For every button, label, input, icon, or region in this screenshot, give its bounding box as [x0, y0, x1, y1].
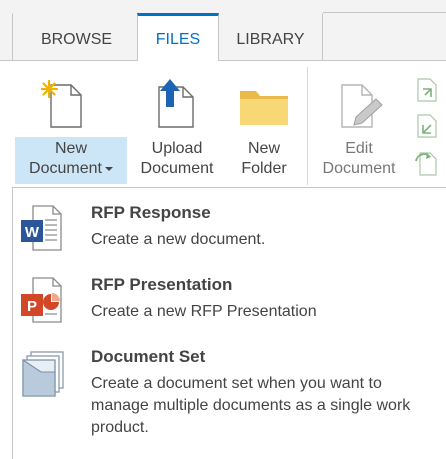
new-document-label-line1: New	[54, 140, 87, 157]
menu-item-rfp-presentation[interactable]: P RFP Presentation Create a new RFP Pres…	[13, 274, 445, 334]
menu-item-rfp-response[interactable]: W RFP Response Create a new document.	[13, 202, 445, 262]
new-folder-button[interactable]: New Folder	[232, 61, 296, 189]
check-in-icon[interactable]	[414, 113, 440, 144]
svg-text:W: W	[25, 224, 40, 241]
tab-browse[interactable]: BROWSE	[12, 13, 140, 61]
tab-library[interactable]: LIBRARY	[219, 13, 323, 61]
check-out-icon[interactable]	[414, 77, 440, 108]
discard-check-out-icon[interactable]	[414, 149, 440, 182]
upload-document-label-line2: Document	[140, 160, 214, 177]
new-document-button[interactable]: New Document	[15, 61, 127, 189]
new-folder-label-line1: New	[247, 140, 280, 157]
tab-strip-line	[323, 12, 446, 13]
folder-icon	[238, 85, 290, 132]
upload-document-label-line1: Upload	[151, 140, 203, 157]
document-set-icon	[19, 350, 67, 403]
chevron-down-icon	[104, 166, 113, 171]
tab-files[interactable]: FILES	[137, 13, 219, 63]
edit-document-icon	[336, 77, 384, 134]
menu-item-description: Create a new document.	[91, 231, 266, 248]
menu-item-document-set[interactable]: Document Set Create a document set when …	[13, 346, 445, 454]
edit-document-label-line2: Document	[322, 160, 396, 177]
menu-item-title: RFP Presentation	[91, 275, 233, 294]
new-folder-label-line2: Folder	[241, 160, 287, 177]
word-document-icon: W	[19, 204, 63, 257]
ribbon-tab-strip: BROWSE FILES LIBRARY	[0, 0, 446, 63]
upload-document-icon	[153, 77, 199, 134]
new-document-dropdown: W RFP Response Create a new document. P …	[12, 187, 446, 459]
menu-item-description: Create a new RFP Presentation	[91, 303, 317, 320]
powerpoint-document-icon: P	[19, 276, 63, 329]
edit-document-label-line1: Edit	[345, 140, 373, 157]
new-document-label-line2: Document	[15, 159, 127, 178]
menu-item-title: Document Set	[91, 347, 206, 366]
small-command-icons	[414, 77, 446, 187]
ribbon: New Document Upload Document New Folder	[0, 61, 446, 189]
ribbon-group-divider	[307, 67, 308, 185]
menu-item-description: Create a document set when you want to m…	[91, 375, 411, 436]
edit-document-button[interactable]: Edit Document	[312, 61, 406, 189]
upload-document-button[interactable]: Upload Document	[131, 61, 223, 189]
menu-item-title: RFP Response	[91, 203, 211, 222]
new-document-label-text: Document	[29, 160, 102, 177]
svg-text:P: P	[27, 298, 37, 315]
new-document-icon	[39, 79, 85, 134]
